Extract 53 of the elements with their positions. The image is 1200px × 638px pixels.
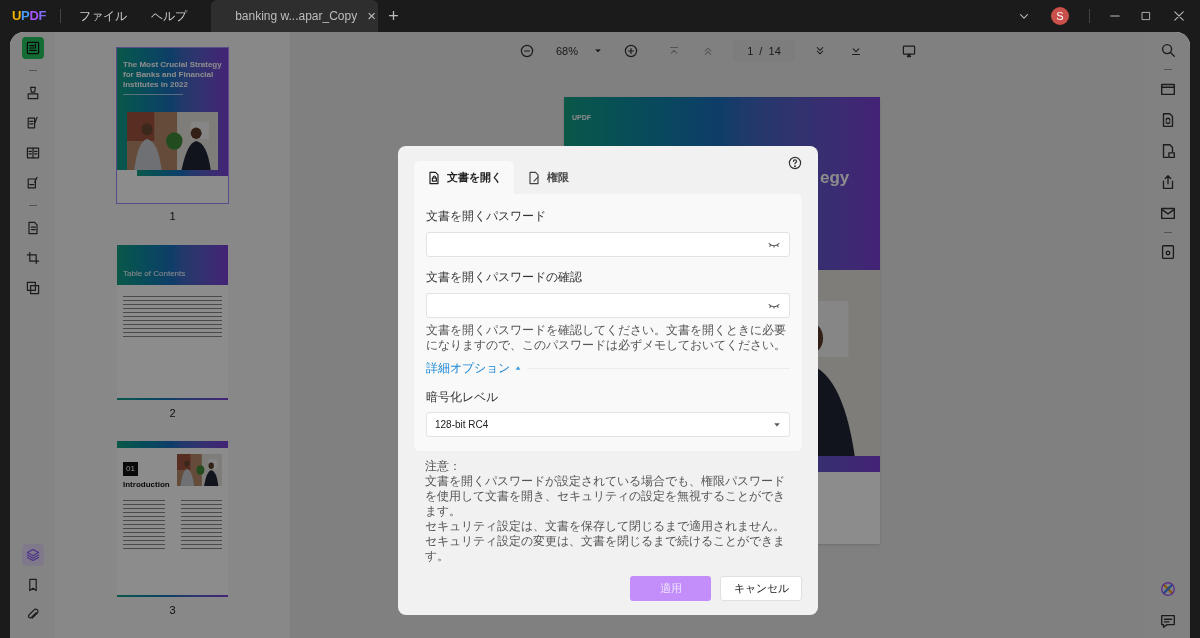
field-label: 文書を開くパスワード [426, 208, 547, 225]
field-label: 文書を開くパスワードの確認 [426, 269, 583, 286]
columns-glyph-icon [24, 145, 41, 161]
crop-glyph-icon [24, 250, 41, 266]
dialog-tab[interactable]: 権限 [514, 161, 581, 194]
close-tab-button[interactable]: × [367, 4, 376, 28]
page-number: 2 [169, 405, 176, 421]
advanced-options-toggle[interactable]: 詳細オプション [426, 359, 521, 377]
comment-icon[interactable] [1159, 612, 1177, 630]
field-label: 暗号化レベル [426, 389, 499, 406]
edit-document-icon [526, 169, 542, 186]
note-text: 注意： [425, 459, 462, 474]
page-total: / 14 [759, 43, 781, 59]
zoom-in-icon[interactable] [623, 43, 639, 59]
note-text: 文書を開くパスワードが設定されている場合でも、権限パスワードを使用して文書を開き、セキュリティの設定を無視することができます。 [425, 474, 786, 519]
search-icon[interactable] [1159, 41, 1177, 59]
reader-icon[interactable] [21, 37, 44, 59]
page-title-fragment: egy [820, 169, 850, 187]
zoom-level[interactable]: 68% [553, 42, 581, 60]
note-text: セキュリティ設定は、文書を保存して閉じるまで適用されません。セキュリティ設定の変更は、文書を閉じるまで続けることができます。 [425, 519, 786, 564]
password-field[interactable] [426, 293, 790, 318]
encryption-select[interactable]: 128-bit RC4 [426, 412, 790, 437]
page-thumbnail[interactable]: 01 Introduction [117, 441, 228, 597]
document-tab[interactable]: banking w...apar_Copy × [211, 0, 379, 32]
thumbnail-title: Table of Contents [123, 268, 187, 279]
hint-text: 文書を開くパスワードを確認してください。文書を開くときに必要になりますので、このパスワードは必ずメモしておいてください。 [426, 323, 787, 353]
cancel-button[interactable]: キャンセル [720, 576, 802, 601]
caret-icon [515, 365, 521, 371]
thumbnail-title: The Most Crucial Strategy for Banks and Financial Institutes in 2022 [123, 60, 222, 90]
caret-icon [773, 420, 781, 429]
lock-document-icon [426, 169, 442, 186]
layers-icon [24, 547, 41, 563]
user-avatar[interactable]: S [1051, 7, 1069, 25]
password-field[interactable] [426, 232, 790, 257]
help-icon[interactable] [787, 155, 803, 171]
page-number: 3 [169, 602, 176, 618]
page-number: 1 [169, 209, 176, 225]
close-icon[interactable] [1172, 9, 1186, 23]
menu-item[interactable]: ファイル [79, 7, 128, 25]
reader-glyph-icon [24, 40, 41, 56]
maximize-icon[interactable] [1140, 10, 1152, 22]
new-tab-button[interactable]: + [388, 2, 399, 30]
presentation-icon[interactable] [901, 43, 917, 59]
chapter-number: 01 [123, 462, 138, 477]
tab-title: banking w...apar_Copy [235, 8, 358, 25]
thumbnail-title: Introduction [123, 479, 171, 492]
save-icon[interactable] [1159, 243, 1177, 261]
layers-copy-glyph-icon [24, 280, 41, 296]
zoom-out-icon[interactable] [519, 43, 535, 59]
dialog-tab[interactable]: 文書を開く [414, 161, 514, 194]
app-logo: UPDF [12, 7, 47, 26]
menu-item[interactable]: ヘルプ [151, 7, 188, 25]
layers-tool[interactable] [21, 544, 44, 566]
